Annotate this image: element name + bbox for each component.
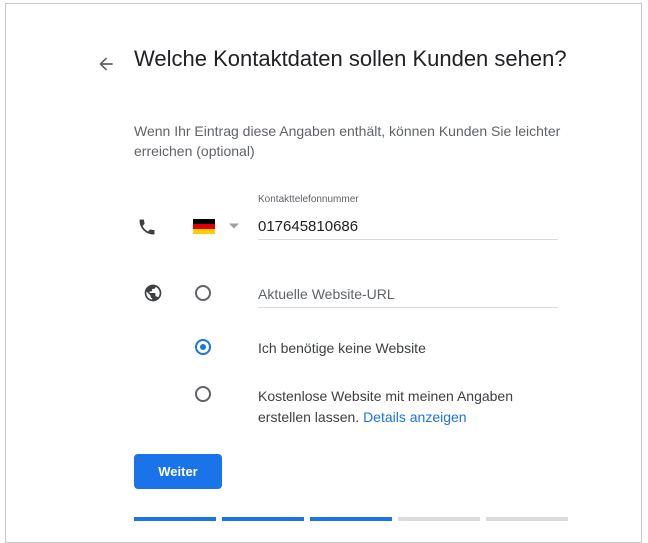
no-website-label[interactable]: Ich benötige keine Website bbox=[258, 338, 426, 359]
phone-icon bbox=[139, 219, 155, 235]
progress-step bbox=[222, 517, 304, 521]
progress-bar bbox=[134, 517, 568, 521]
globe-icon bbox=[144, 284, 162, 302]
progress-step bbox=[398, 517, 480, 521]
back-arrow-icon[interactable] bbox=[96, 54, 116, 74]
radio-current-website[interactable] bbox=[195, 285, 211, 301]
phone-field-label: Kontakttelefonnummer bbox=[258, 194, 359, 205]
page-title: Welche Kontaktdaten sollen Kunden sehen? bbox=[134, 46, 567, 71]
details-link[interactable]: Details anzeigen bbox=[363, 409, 467, 425]
germany-flag-icon[interactable] bbox=[193, 219, 215, 234]
phone-number-input[interactable] bbox=[258, 213, 558, 240]
progress-step bbox=[134, 517, 216, 521]
radio-create-website[interactable] bbox=[195, 386, 211, 402]
next-button[interactable]: Weiter bbox=[134, 454, 222, 489]
progress-step bbox=[486, 517, 568, 521]
form-card bbox=[5, 3, 642, 543]
progress-step bbox=[310, 517, 392, 521]
create-website-label[interactable]: Kostenlose Website mit meinen Angaben er… bbox=[258, 386, 558, 428]
radio-no-website[interactable] bbox=[195, 339, 211, 355]
website-url-input[interactable] bbox=[258, 281, 558, 308]
page-subtitle: Wenn Ihr Eintrag diese Angaben enthält, … bbox=[134, 123, 561, 159]
chevron-down-icon[interactable] bbox=[228, 222, 240, 230]
